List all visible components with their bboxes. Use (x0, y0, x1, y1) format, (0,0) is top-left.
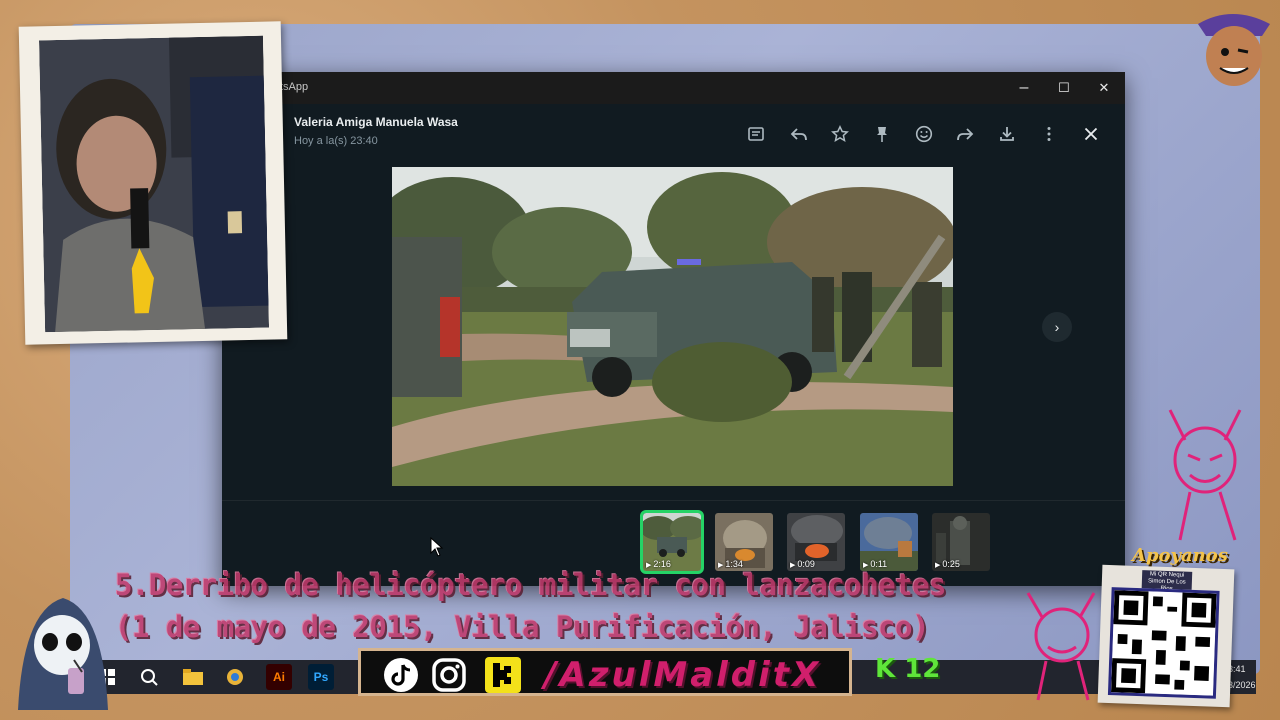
overlay-caption-line1: 5.Derribo de helicóptero militar con lan… (115, 568, 947, 602)
window-close-button[interactable]: ✕ (1084, 76, 1124, 100)
search-icon[interactable] (136, 664, 162, 690)
download-icon[interactable] (993, 120, 1021, 148)
thumbnail-5[interactable]: 0:25 (932, 513, 990, 571)
sender-name: Valeria Amiga Manuela Wasa (294, 115, 458, 129)
qr-card: Mi QR Nequi Simon De Los Rios (1097, 564, 1235, 708)
kick-badge: K 12 (875, 654, 941, 684)
app-title: tsApp (280, 81, 309, 93)
thumbnail-1[interactable]: 2:16 (640, 510, 704, 574)
thumbnail-3[interactable]: 0:09 (787, 513, 845, 571)
browser-icon[interactable] (222, 664, 248, 690)
maximize-button[interactable]: ☐ (1044, 76, 1084, 100)
next-media-button[interactable]: › (1042, 312, 1072, 342)
reply-icon[interactable] (785, 120, 813, 148)
forward-icon[interactable] (951, 120, 979, 148)
minimize-button[interactable]: – (1004, 76, 1044, 100)
mouse-cursor-icon (430, 537, 444, 557)
message-timestamp: Hoy a la(s) 23:40 (294, 135, 378, 147)
viewer-header: Valeria Amiga Manuela Wasa Hoy a la(s) 2… (222, 104, 1125, 162)
webcam-polaroid (18, 21, 288, 345)
devil-doodle-icon (1168, 409, 1242, 541)
webcam-feed (38, 35, 270, 333)
thumbnail-4[interactable]: 0:11 (860, 513, 918, 571)
photoshop-icon[interactable]: Ps (308, 664, 334, 690)
corner-mascot-icon (1198, 14, 1270, 86)
reaper-mascot-icon (18, 598, 108, 710)
pin-icon[interactable] (868, 120, 896, 148)
emoji-icon[interactable] (910, 120, 938, 148)
message-icon[interactable] (742, 120, 770, 148)
illustrator-icon[interactable]: Ai (266, 664, 292, 690)
channel-handle: /AzulMalditX (544, 655, 822, 695)
media-viewer-window: tsApp – ☐ ✕ Valeria Amiga Manuela Wasa H… (222, 72, 1125, 586)
kick-icon (485, 657, 521, 693)
more-icon[interactable] (1035, 120, 1063, 148)
instagram-icon (432, 658, 466, 692)
socials-banner: /AzulMalditX (358, 648, 852, 696)
tiktok-icon (384, 658, 418, 692)
devil-doodle-small-icon (1026, 592, 1096, 701)
overlay-caption-line2: (1 de mayo de 2015, Villa Purificación, … (115, 610, 930, 644)
media-preview[interactable] (392, 167, 953, 486)
clock-date: 3/2026 (1228, 680, 1256, 690)
file-explorer-icon[interactable] (180, 664, 206, 690)
video-frame-image (392, 167, 953, 486)
taskbar-clock: 3:41 3/2026 (1228, 661, 1256, 693)
window-titlebar: tsApp – ☐ ✕ (222, 72, 1125, 104)
qr-code-icon (1107, 587, 1220, 699)
close-icon[interactable] (1077, 120, 1105, 148)
star-icon[interactable] (826, 120, 854, 148)
apoyanos-label: Apoyanos (1132, 545, 1228, 566)
thumbnail-2[interactable]: 1:34 (715, 513, 773, 571)
